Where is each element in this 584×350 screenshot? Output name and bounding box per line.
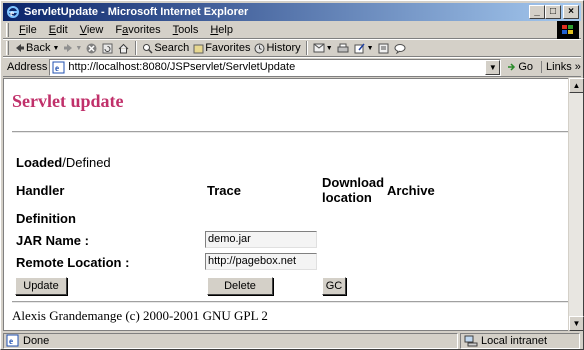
svg-text:e: e bbox=[10, 8, 14, 18]
divider bbox=[12, 301, 568, 303]
toolbar-separator bbox=[305, 41, 308, 55]
address-label: Address bbox=[7, 61, 48, 73]
update-button[interactable]: Update bbox=[15, 277, 67, 295]
menu-help[interactable]: Help bbox=[204, 24, 239, 36]
favorites-icon bbox=[193, 44, 204, 53]
favorites-button[interactable]: Favorites bbox=[191, 42, 252, 54]
links-toolbar[interactable]: Links » bbox=[541, 61, 581, 73]
menubar-grip[interactable] bbox=[6, 22, 9, 37]
minimize-button[interactable]: _ bbox=[529, 5, 545, 19]
stop-button[interactable] bbox=[84, 43, 100, 54]
refresh-icon bbox=[102, 43, 113, 53]
gc-button[interactable]: GC bbox=[322, 277, 346, 295]
svg-text:e: e bbox=[9, 336, 13, 346]
definition-label: Definition bbox=[16, 211, 76, 226]
forward-button[interactable]: ▼ bbox=[61, 43, 84, 53]
messenger-icon bbox=[394, 43, 406, 54]
stop-icon bbox=[86, 43, 97, 53]
go-button[interactable]: Go bbox=[507, 61, 533, 73]
links-chevron-icon: » bbox=[574, 61, 581, 73]
status-text: Done bbox=[23, 334, 50, 347]
maximize-button[interactable]: □ bbox=[545, 5, 561, 19]
address-dropdown-icon[interactable]: ▼ bbox=[485, 59, 501, 75]
toolbar-separator bbox=[135, 41, 138, 55]
messenger-button[interactable] bbox=[392, 43, 409, 54]
discuss-icon bbox=[378, 43, 389, 53]
address-input[interactable]: e http://localhost:8080/JSPservlet/Servl… bbox=[49, 58, 502, 76]
page-icon: e bbox=[52, 61, 65, 73]
handler-header: Handler bbox=[16, 183, 65, 198]
address-url[interactable]: http://localhost:8080/JSPservlet/Servlet… bbox=[68, 61, 295, 73]
close-button[interactable]: × bbox=[563, 5, 579, 19]
print-button[interactable] bbox=[335, 43, 352, 54]
search-icon bbox=[143, 43, 153, 54]
page-content: Servlet update Loaded/Defined Handler Tr… bbox=[3, 78, 568, 331]
divider bbox=[12, 131, 568, 133]
page-done-icon: e bbox=[6, 334, 19, 347]
download-location-header: Download location bbox=[322, 175, 385, 205]
menu-edit[interactable]: Edit bbox=[43, 24, 74, 36]
back-dropdown-icon[interactable]: ▼ bbox=[52, 45, 59, 52]
mail-icon bbox=[313, 43, 325, 53]
standard-toolbar: Back ▼ ▼ Search Favorites History ▼ ▼ bbox=[3, 39, 581, 57]
discuss-button[interactable] bbox=[376, 43, 392, 54]
window-title: ServletUpdate - Microsoft Internet Explo… bbox=[24, 6, 249, 18]
edit-dropdown-icon[interactable]: ▼ bbox=[367, 45, 374, 52]
status-bar: e Done Local intranet bbox=[3, 332, 581, 349]
print-icon bbox=[337, 43, 349, 52]
loaded-defined-label: Loaded/Defined bbox=[16, 155, 111, 170]
back-button[interactable]: Back ▼ bbox=[13, 42, 61, 54]
delete-button[interactable]: Delete bbox=[207, 277, 273, 295]
menu-tools[interactable]: Tools bbox=[167, 24, 205, 36]
remote-location-label: Remote Location : bbox=[16, 255, 130, 270]
menu-favorites[interactable]: Favorites bbox=[109, 24, 166, 36]
vertical-scrollbar[interactable]: ▲ ▼ bbox=[568, 78, 584, 331]
zone-text: Local intranet bbox=[481, 334, 548, 347]
search-button[interactable]: Search bbox=[140, 42, 191, 54]
back-arrow-icon bbox=[16, 44, 24, 52]
windows-logo-icon bbox=[557, 21, 579, 39]
menu-view[interactable]: View bbox=[74, 24, 110, 36]
archive-header: Archive bbox=[387, 183, 435, 198]
go-arrow-icon bbox=[508, 63, 516, 71]
jar-name-label: JAR Name : bbox=[16, 233, 89, 248]
ie-logo-icon: e bbox=[5, 4, 21, 20]
page-title: Servlet update bbox=[12, 91, 124, 111]
status-text-panel: e Done bbox=[3, 332, 458, 349]
copyright-footer: Alexis Grandemange (c) 2000-2001 GNU GPL… bbox=[12, 308, 268, 323]
edit-button[interactable]: ▼ bbox=[352, 43, 376, 54]
title-bar[interactable]: e ServletUpdate - Microsoft Internet Exp… bbox=[3, 3, 581, 21]
remote-location-field[interactable]: http://pagebox.net bbox=[205, 253, 317, 270]
mail-button[interactable]: ▼ bbox=[311, 43, 335, 53]
address-bar: Address e http://localhost:8080/JSPservl… bbox=[3, 57, 581, 77]
security-zone-panel: Local intranet bbox=[460, 332, 580, 349]
toolbar-grip[interactable] bbox=[6, 41, 9, 55]
jar-name-field[interactable]: demo.jar bbox=[205, 231, 317, 248]
refresh-button[interactable] bbox=[100, 43, 116, 54]
history-icon bbox=[254, 43, 265, 53]
browser-window: e ServletUpdate - Microsoft Internet Exp… bbox=[0, 0, 584, 350]
edit-icon bbox=[354, 43, 365, 53]
forward-arrow-icon bbox=[64, 44, 73, 52]
scroll-up-icon[interactable]: ▲ bbox=[569, 78, 584, 93]
menu-bar: File Edit View Favorites Tools Help bbox=[3, 21, 581, 39]
intranet-icon bbox=[464, 335, 478, 346]
svg-text:e: e bbox=[55, 63, 59, 73]
history-button[interactable]: History bbox=[252, 42, 302, 54]
forward-dropdown-icon[interactable]: ▼ bbox=[75, 45, 82, 52]
mail-dropdown-icon[interactable]: ▼ bbox=[326, 45, 333, 52]
home-icon bbox=[118, 43, 129, 53]
trace-header: Trace bbox=[207, 183, 241, 198]
scroll-down-icon[interactable]: ▼ bbox=[569, 316, 584, 331]
menu-file[interactable]: File bbox=[13, 24, 43, 36]
home-button[interactable] bbox=[116, 43, 132, 54]
